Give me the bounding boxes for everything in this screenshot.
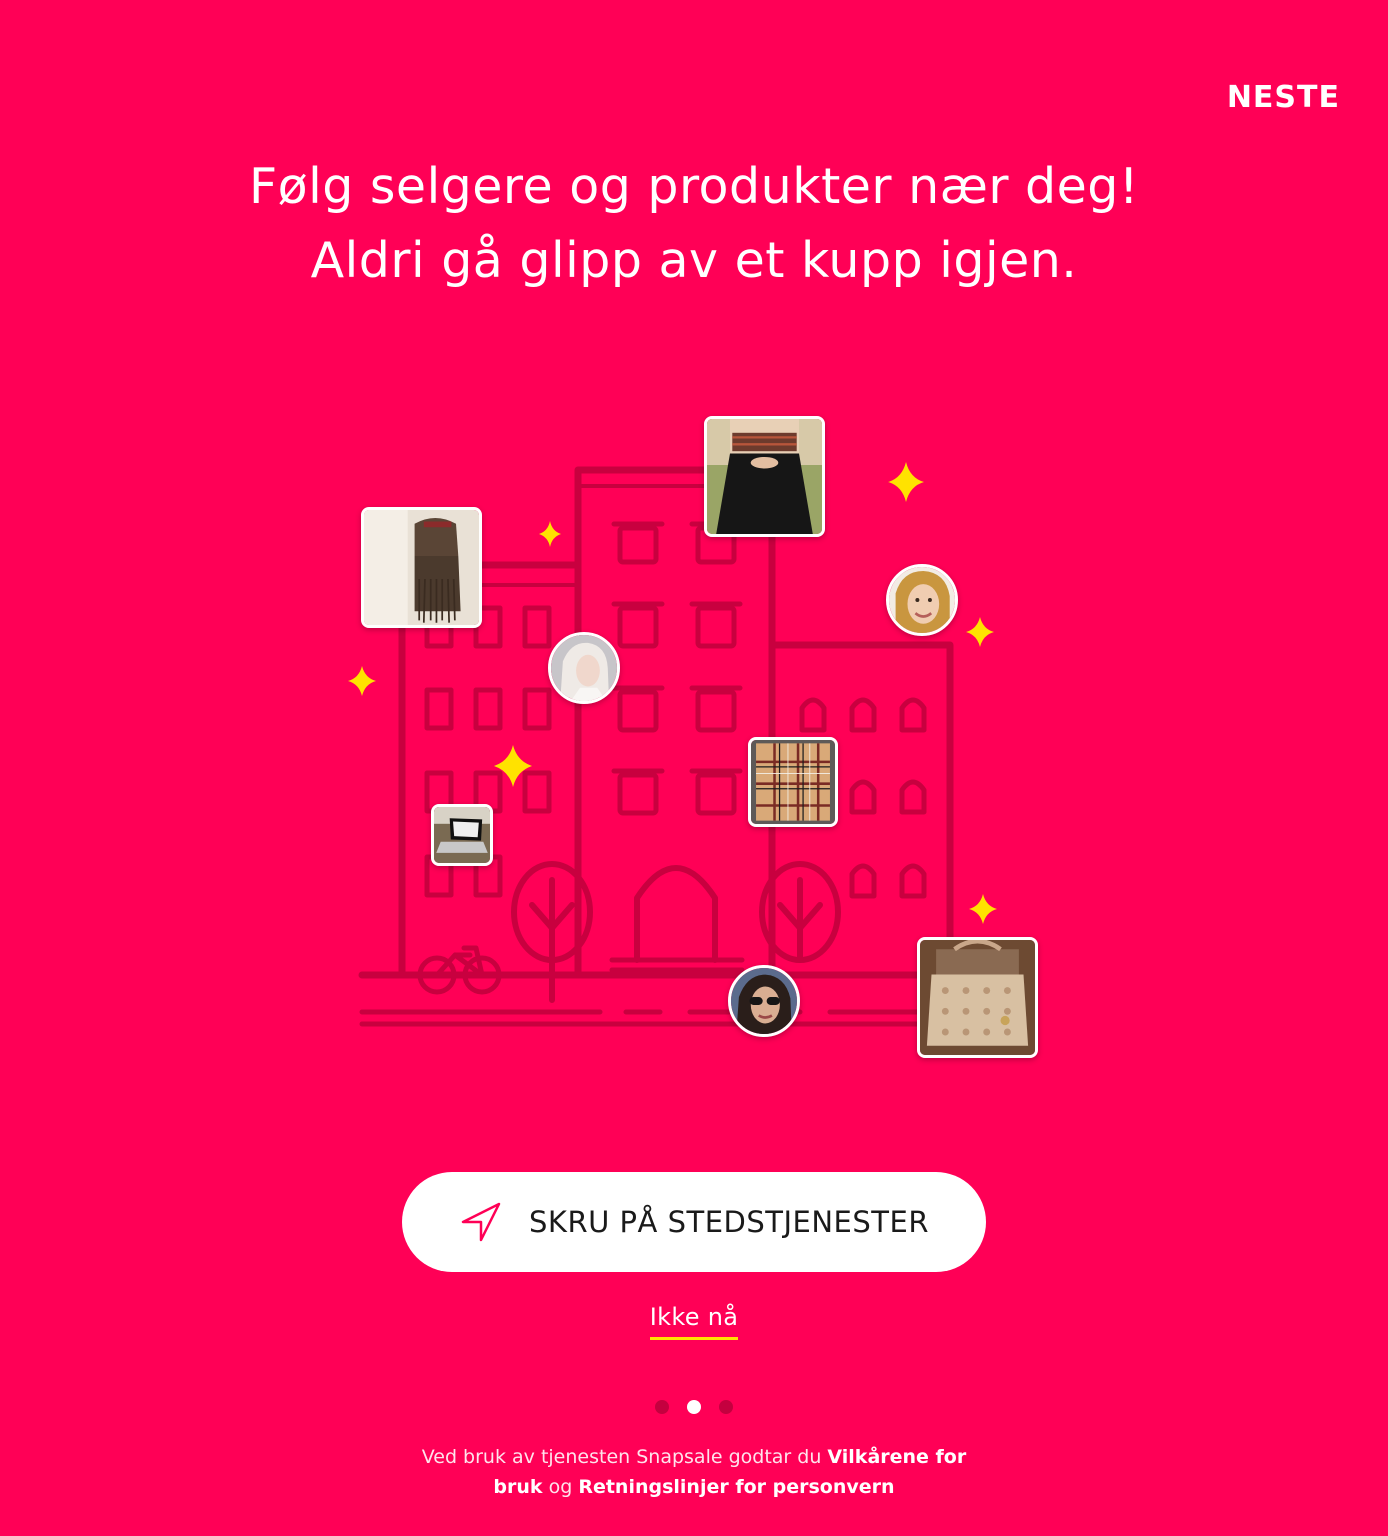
- next-button[interactable]: NESTE: [1227, 80, 1340, 115]
- headline-line-1: Følg selgere og produkter nær deg!: [248, 158, 1140, 215]
- scarf-photo: [748, 737, 838, 827]
- backpack-photo: [361, 507, 482, 628]
- sparkle-icon: [966, 617, 994, 647]
- headline-line-2: Aldri gå glipp av et kupp igjen.: [310, 232, 1078, 289]
- page-title: Følg selgere og produkter nær deg! Aldri…: [0, 150, 1388, 298]
- legal-conjunction: og: [542, 1476, 579, 1498]
- page-indicator: [0, 1400, 1388, 1414]
- user-avatar: [548, 632, 620, 704]
- sparkle-icon: [539, 521, 561, 547]
- sparkle-icon: [348, 666, 376, 696]
- bicycle: [417, 945, 502, 995]
- sparkle-icon: [969, 894, 997, 924]
- legal-prefix: Ved bruk av tjenesten Snapsale godtar du: [421, 1446, 828, 1468]
- user-avatar: [886, 564, 958, 636]
- handbag-photo: [917, 937, 1038, 1058]
- user-avatar: [728, 965, 800, 1037]
- not-now-link[interactable]: Ikke nå: [649, 1303, 739, 1340]
- location-arrow-icon: [459, 1200, 503, 1244]
- tree-left: [511, 861, 593, 1003]
- enable-location-button[interactable]: SKRU PÅ STEDSTJENESTER: [402, 1172, 986, 1272]
- legal-text: Ved bruk av tjenesten Snapsale godtar du…: [394, 1442, 994, 1502]
- laptop-photo: [431, 804, 493, 866]
- skip-container: Ikke nå: [0, 1303, 1388, 1340]
- privacy-link[interactable]: Retningslinjer for personvern: [578, 1476, 894, 1498]
- dress-photo: [704, 416, 825, 537]
- center-building: [574, 466, 776, 979]
- tree-right: [759, 861, 841, 963]
- page-dot-active[interactable]: [687, 1400, 701, 1414]
- page-dot[interactable]: [655, 1400, 669, 1414]
- page-dot[interactable]: [719, 1400, 733, 1414]
- sparkle-icon: [494, 745, 532, 787]
- sparkle-icon: [888, 462, 924, 502]
- enable-location-label: SKRU PÅ STEDSTJENESTER: [529, 1205, 929, 1239]
